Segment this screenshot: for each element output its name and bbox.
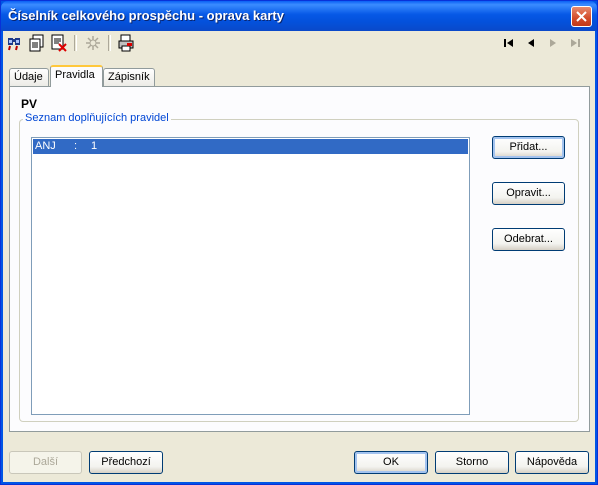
print-icon [118,34,134,52]
tab-zapisnik[interactable]: Zápisník [103,68,155,86]
tab-pravidla[interactable]: Pravidla [50,65,103,87]
rules-listbox[interactable]: ANJ : 1 [31,137,470,415]
panel-heading: PV [21,97,38,111]
tab-udaje[interactable]: Údaje [9,68,49,86]
list-item-value: 1 [91,140,98,152]
last-record-button[interactable] [567,36,583,50]
disabled-action-button[interactable] [84,34,102,52]
next-record-icon [550,39,556,47]
tab-panel-pravidla: PV Seznam doplňujících pravidel ANJ : 1 … [9,86,590,432]
add-button[interactable]: Přidat... [492,136,565,159]
group-label: Seznam doplňujících pravidel [23,112,171,124]
toolbar [4,31,594,55]
remove-button[interactable]: Odebrat... [492,228,565,251]
copy-record-icon [29,34,44,52]
toolbar-separator [108,35,111,51]
print-button[interactable] [117,34,135,52]
next-record-button[interactable] [545,36,561,50]
rules-groupbox: Seznam doplňujících pravidel ANJ : 1 Při… [19,112,579,422]
help-button[interactable]: Nápověda [515,451,589,474]
disabled-action-icon [86,36,100,50]
tab-strip: Údaje Pravidla Zápisník [9,65,589,87]
last-record-icon [571,39,580,47]
close-button[interactable] [571,6,592,27]
delete-record-icon [51,34,67,52]
first-record-icon [504,39,513,47]
next-button[interactable]: Další [9,451,82,474]
window-title: Číselník celkového prospěchu - oprava ka… [8,8,284,23]
toolbar-separator [74,35,77,51]
title-bar[interactable]: Číselník celkového prospěchu - oprava ka… [1,1,597,31]
first-record-button[interactable] [501,36,517,50]
list-item[interactable]: ANJ : 1 [33,139,468,154]
list-item-code: ANJ [35,140,56,152]
find-icon [8,38,20,51]
copy-record-button[interactable] [28,34,46,52]
close-icon [576,11,587,22]
delete-record-button[interactable] [50,34,68,52]
previous-record-button[interactable] [523,36,539,50]
dialog-window: Číselník celkového prospěchu - oprava ka… [0,0,598,485]
edit-button[interactable]: Opravit... [492,182,565,205]
previous-record-icon [528,39,534,47]
cancel-button[interactable]: Storno [435,451,509,474]
list-item-separator: : [74,140,78,152]
find-button[interactable] [6,34,24,52]
previous-button[interactable]: Předchozí [89,451,163,474]
ok-button[interactable]: OK [354,451,428,474]
